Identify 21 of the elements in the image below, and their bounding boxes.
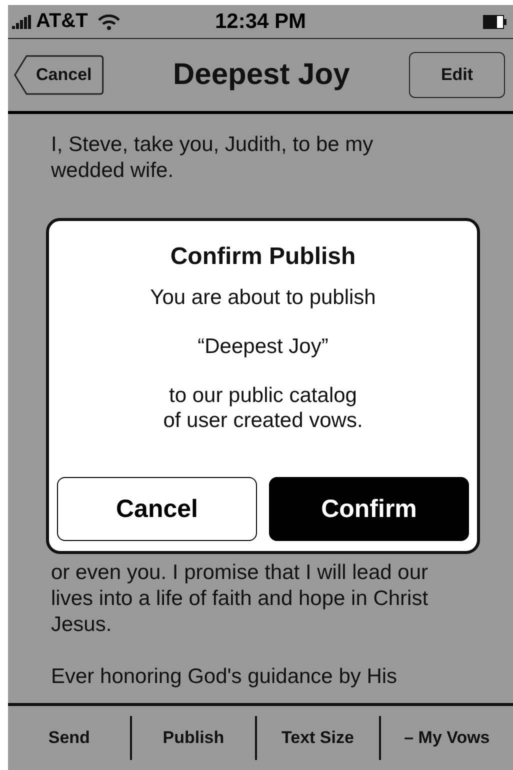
vow-paragraph: Ever honoring God's guidance by His [51, 664, 398, 690]
status-time: 12:34 PM [214, 10, 306, 32]
cancel-button[interactable]: Cancel [57, 477, 257, 541]
dialog-title: Confirm Publish [170, 243, 356, 271]
signal-icon [12, 14, 32, 28]
cancel-back-button[interactable]: Cancel [14, 55, 104, 95]
vow-paragraph: or even you. I promise that I will lead our lives into a life of faith and hope in Christ Jesus. [51, 560, 430, 638]
dialog-message: “Deepest Joy” [198, 334, 328, 359]
toolbar-button[interactable]: – My Vows [380, 716, 513, 760]
toolbar-button[interactable]: Text Size [256, 716, 379, 760]
toolbar-button[interactable]: Publish [132, 716, 255, 760]
screen-title: Deepest Joy [173, 58, 350, 92]
edit-button[interactable]: Edit [409, 52, 505, 98]
battery-icon [483, 14, 507, 28]
vow-paragraph: I, Steve, take you, Judith, to be my wedded wife. [51, 132, 374, 184]
dialog-message: to our public catalog of user created vows. [163, 383, 363, 433]
wifi-icon [98, 14, 120, 30]
confirm-button[interactable]: Confirm [269, 477, 469, 541]
toolbar-button[interactable]: Send [8, 716, 130, 760]
dialog-message: You are about to publish [150, 285, 376, 310]
carrier-name: AT&T [36, 10, 88, 33]
